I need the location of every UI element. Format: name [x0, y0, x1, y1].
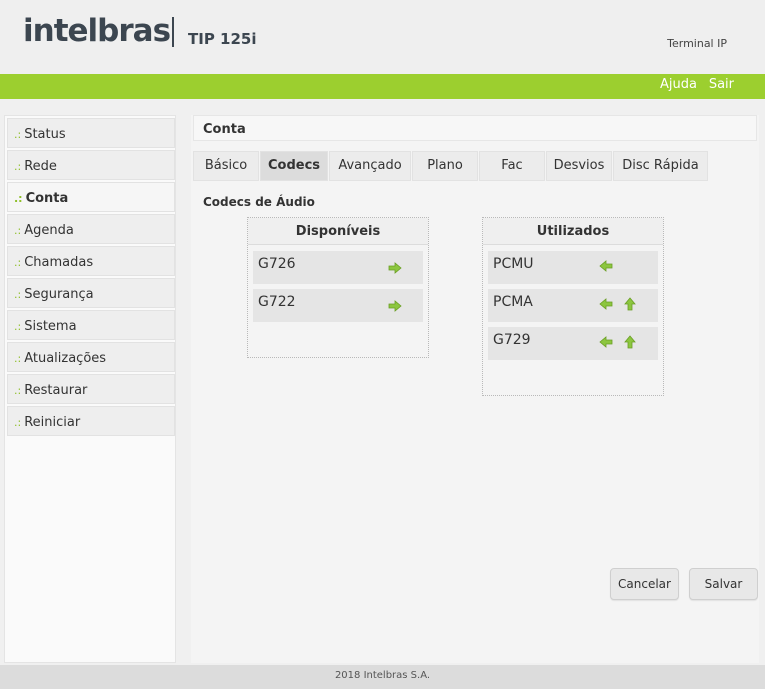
sidebar-item-label: Segurança	[24, 287, 94, 302]
sidebar-item-label: Restaurar	[24, 383, 88, 398]
sidebar-item-chamadas[interactable]: .: Chamadas	[7, 246, 175, 276]
bullet-icon: .:	[14, 320, 22, 333]
sidebar-item-conta[interactable]: .: Conta	[7, 182, 175, 212]
sidebar-item-label: Agenda	[24, 223, 74, 238]
sidebar-item-rede[interactable]: .: Rede	[7, 150, 175, 180]
codec-row-available: G722	[253, 289, 423, 322]
codec-name: PCMU	[493, 256, 534, 272]
available-codecs-header: Disponíveis	[248, 218, 428, 245]
codec-row-available: G726	[253, 251, 423, 284]
codec-name: G722	[258, 294, 296, 310]
bullet-icon: .:	[14, 128, 22, 141]
arrow-up-icon[interactable]	[623, 297, 637, 311]
used-codecs-header: Utilizados	[483, 218, 663, 245]
sidebar-item-agenda[interactable]: .: Agenda	[7, 214, 175, 244]
sidebar-item-label: Rede	[24, 159, 57, 174]
sidebar-item-atualizacoes[interactable]: .: Atualizações	[7, 342, 175, 372]
tab-fac[interactable]: Fac	[479, 151, 545, 181]
sidebar-item-label: Atualizações	[24, 351, 107, 366]
save-button[interactable]: Salvar	[689, 568, 758, 600]
sidebar-item-label: Reiniciar	[24, 415, 81, 430]
arrow-right-icon[interactable]	[388, 299, 402, 313]
section-title: Conta	[193, 115, 757, 141]
logo-separator	[172, 17, 174, 47]
header: intelbras TIP 125i Terminal IP	[0, 0, 765, 74]
codec-row-used: PCMA	[488, 289, 658, 322]
device-title: Terminal IP	[667, 37, 727, 50]
bullet-icon: .:	[14, 256, 22, 269]
cancel-button[interactable]: Cancelar	[610, 568, 679, 600]
arrow-right-icon[interactable]	[388, 261, 402, 275]
sidebar-item-label: Conta	[25, 191, 69, 206]
sidebar-item-restaurar[interactable]: .: Restaurar	[7, 374, 175, 404]
sidebar-item-reiniciar[interactable]: .: Reiniciar	[7, 406, 175, 436]
bullet-icon: .:	[14, 192, 23, 205]
sidebar: .: Status .: Rede .: Conta .: Agenda .: Chama…	[4, 115, 176, 663]
arrow-left-icon[interactable]	[599, 259, 613, 273]
tab-plano[interactable]: Plano	[412, 151, 478, 181]
brand-logo: intelbras	[23, 13, 171, 49]
codec-row-used: PCMU	[488, 251, 658, 284]
available-codecs-box: Disponíveis G726 G722	[247, 217, 429, 358]
bullet-icon: .:	[14, 224, 22, 237]
tab-desvios[interactable]: Desvios	[546, 151, 612, 181]
arrow-left-icon[interactable]	[599, 297, 613, 311]
codec-name: G729	[493, 332, 531, 348]
sidebar-item-status[interactable]: .: Status	[7, 118, 175, 148]
tab-codecs[interactable]: Codecs	[260, 151, 328, 181]
bullet-icon: .:	[14, 416, 22, 429]
codec-row-used: G729	[488, 327, 658, 360]
arrow-up-icon[interactable]	[623, 335, 637, 349]
model-name: TIP 125i	[188, 30, 257, 48]
codec-name: G726	[258, 256, 296, 272]
audio-codecs-title: Codecs de Áudio	[203, 195, 315, 209]
footer: 2018 Intelbras S.A.	[0, 665, 765, 689]
tab-basico[interactable]: Básico	[193, 151, 259, 181]
help-link[interactable]: Ajuda	[660, 77, 697, 92]
top-bar: Ajuda Sair	[0, 74, 765, 99]
bullet-icon: .:	[14, 352, 22, 365]
bullet-icon: .:	[14, 384, 22, 397]
used-codecs-box: Utilizados PCMU PCMA G729	[482, 217, 664, 396]
codec-name: PCMA	[493, 294, 533, 310]
sidebar-item-seguranca[interactable]: .: Segurança	[7, 278, 175, 308]
bullet-icon: .:	[14, 288, 22, 301]
sidebar-item-label: Chamadas	[24, 255, 94, 270]
bullet-icon: .:	[14, 160, 22, 173]
sidebar-item-label: Status	[24, 127, 66, 142]
tab-disc-rapida[interactable]: Disc Rápida	[613, 151, 708, 181]
tab-avancado[interactable]: Avançado	[329, 151, 411, 181]
arrow-left-icon[interactable]	[599, 335, 613, 349]
logout-link[interactable]: Sair	[709, 77, 734, 92]
sidebar-item-sistema[interactable]: .: Sistema	[7, 310, 175, 340]
sidebar-item-label: Sistema	[24, 319, 77, 334]
